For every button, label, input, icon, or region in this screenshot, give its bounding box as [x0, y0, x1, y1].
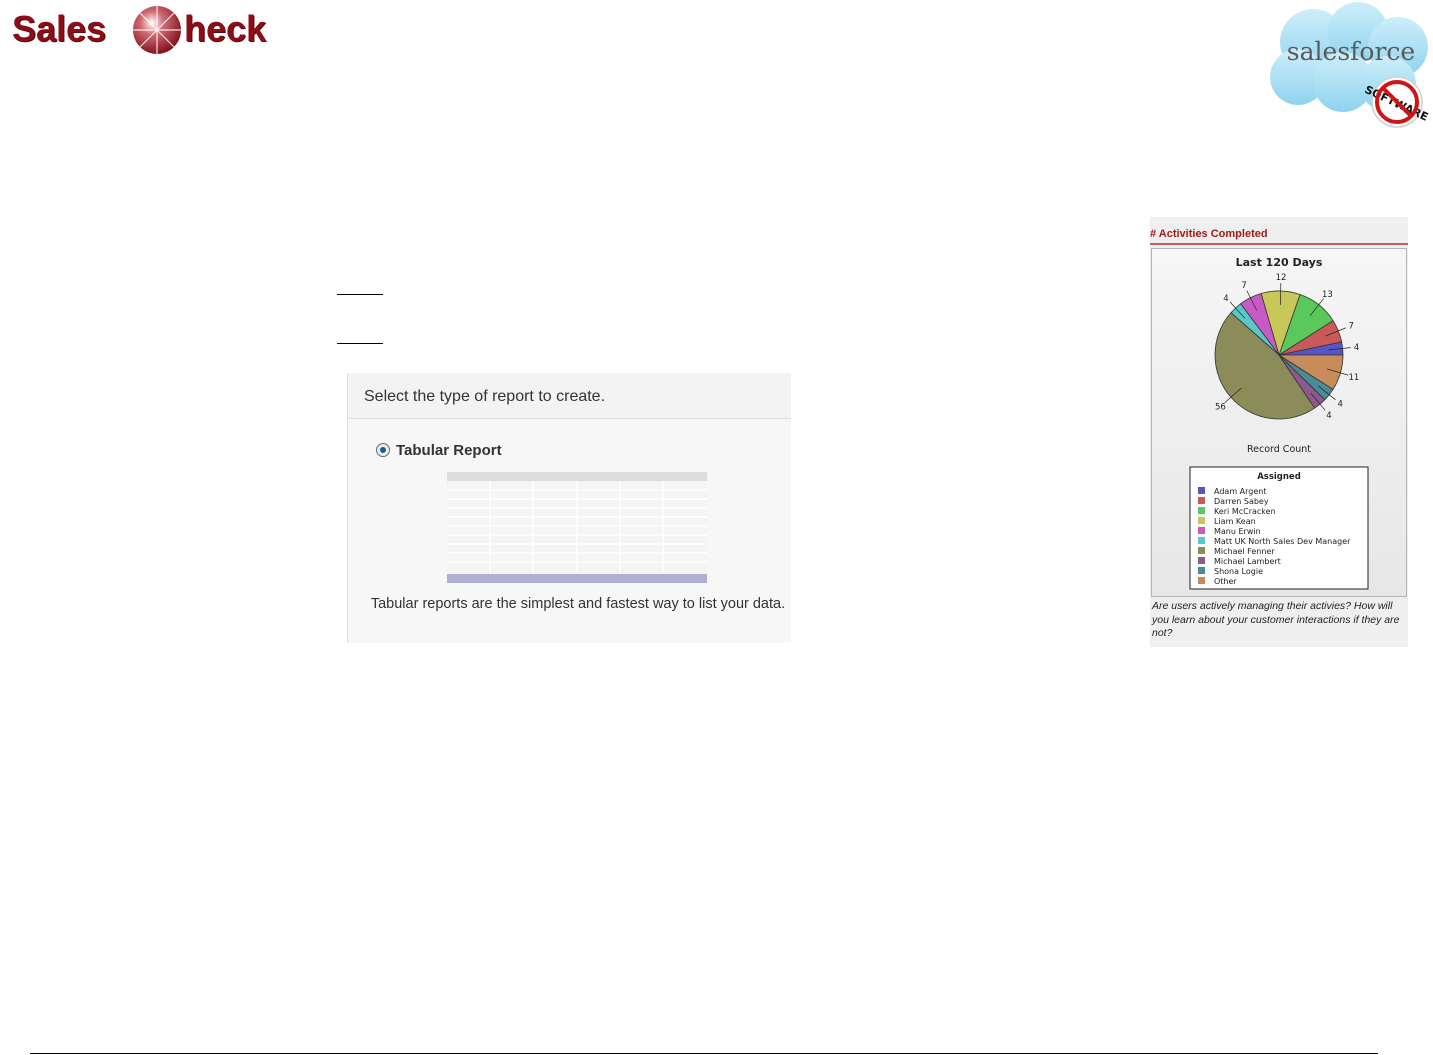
tabular-report-label[interactable]: Tabular Report: [396, 442, 502, 459]
legend-swatch: [1198, 577, 1205, 584]
pie-data-label: 11: [1348, 373, 1359, 383]
heading-rule: [1150, 243, 1408, 245]
logo-text-sales: Sales: [12, 8, 107, 49]
legend-swatch: [1198, 517, 1205, 524]
salescheck-logo: Sales heck: [12, 4, 292, 56]
pie-data-label: 7: [1241, 281, 1246, 291]
legend-label: Darren Sabey: [1214, 497, 1269, 506]
legend-label: Manu Erwin: [1214, 527, 1261, 536]
legend-swatch: [1198, 497, 1205, 504]
pie-data-label: 56: [1215, 402, 1226, 412]
legend-label: Matt UK North Sales Dev Manager: [1214, 537, 1351, 546]
pie-data-label: 4: [1337, 399, 1342, 409]
chart-caption: Are users actively managing their activi…: [1152, 600, 1400, 639]
tabular-report-thumbnail: [447, 472, 707, 583]
activities-chart-panel: # Activities Completed Last 120 Days 4 7 1…: [1150, 217, 1408, 647]
report-type-prompt: Select the type of report to create.: [364, 388, 606, 405]
pie-data-label: 13: [1322, 290, 1333, 300]
legend-label: Other: [1214, 577, 1237, 586]
legend-label: Michael Fenner: [1214, 547, 1275, 556]
report-type-panel: Select the type of report to create. Tab…: [347, 373, 791, 643]
legend-swatch: [1198, 487, 1205, 494]
legend-label: Adam Argent: [1214, 487, 1266, 496]
salesforce-wordmark: salesforce: [1287, 37, 1415, 66]
chart-title: Last 120 Days: [1236, 256, 1323, 269]
blank-rule-2: [337, 343, 383, 344]
pie-data-label: 12: [1276, 273, 1287, 283]
pie-chart: Last 120 Days 47131274564411 Record Coun…: [1189, 256, 1369, 590]
tabular-report-radio[interactable]: [376, 443, 390, 457]
legend-label: Michael Lambert: [1214, 557, 1281, 566]
salesforce-cloud-logo: salesforce SOFTWARE: [1270, 2, 1430, 128]
footer-rule: [30, 1053, 1378, 1054]
chart-frame: Last 120 Days 4 7 13 12 7 4 56 4 4 11 Record Coun…: [1151, 248, 1407, 597]
legend-swatch: [1198, 537, 1205, 544]
pie-data-label: 4: [1354, 343, 1359, 353]
tabular-report-description: Tabular reports are the simplest and fas…: [370, 596, 786, 612]
report-type-header: Select the type of report to create.: [348, 373, 791, 419]
pie-data-label: 7: [1349, 322, 1354, 332]
chart-xlabel: Record Count: [1247, 444, 1311, 455]
pie-data-label: 4: [1326, 411, 1331, 421]
legend-swatch: [1198, 557, 1205, 564]
legend-swatch: [1198, 567, 1205, 574]
blank-rule-1: [337, 294, 383, 295]
pie-data-label: 4: [1223, 294, 1228, 304]
legend-swatch: [1198, 527, 1205, 534]
activities-heading: # Activities Completed: [1150, 228, 1268, 240]
legend-label: Keri McCracken: [1214, 507, 1276, 516]
legend-title: Assigned: [1257, 472, 1301, 482]
logo-text-check: heck: [184, 8, 267, 49]
legend-label: Shona Logie: [1214, 567, 1263, 576]
legend-swatch: [1198, 507, 1205, 514]
legend-label: Liam Kean: [1214, 517, 1256, 526]
legend-swatch: [1198, 547, 1205, 554]
logo-globe-icon: [133, 6, 181, 54]
